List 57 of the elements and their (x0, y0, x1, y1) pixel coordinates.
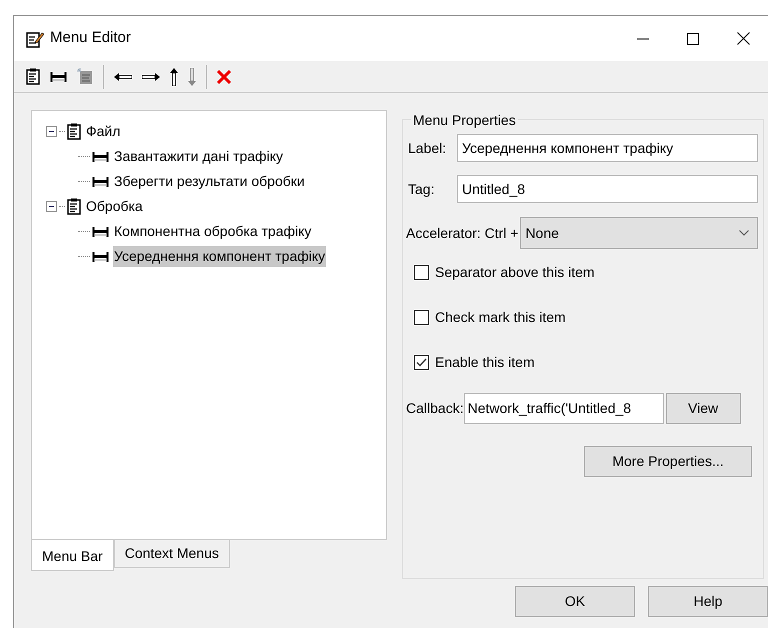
tag-caption: Tag: (408, 180, 436, 199)
label-caption: Label: (408, 138, 448, 158)
page-icon (77, 68, 93, 85)
accelerator-dropdown[interactable]: None (520, 217, 758, 249)
checkbox-label: Enable this item (435, 352, 535, 372)
window-title: Menu Editor (50, 28, 131, 48)
menu-item-icon (92, 226, 109, 238)
checkbox[interactable] (414, 264, 429, 280)
tab[interactable]: Context Menus (114, 540, 230, 568)
menu-page-icon (67, 198, 81, 215)
menu-item-icon (92, 176, 109, 188)
check-icon (416, 358, 427, 366)
menu-item-icon (92, 250, 109, 262)
move-left-button[interactable] (114, 72, 132, 80)
tree-item[interactable]: Обробка (85, 196, 144, 217)
checkbox-label: Separator above this item (435, 262, 595, 282)
tag-field[interactable]: Untitled_8 (457, 175, 758, 203)
checkbox[interactable] (414, 354, 429, 370)
left-arrow-icon (114, 72, 132, 80)
collapse-toggle[interactable] (46, 201, 57, 212)
delete-button[interactable] (217, 70, 231, 84)
more-properties-button[interactable]: More Properties... (584, 446, 752, 477)
down-arrow-icon (188, 68, 196, 86)
up-arrow-icon (170, 68, 178, 86)
menu-page-icon (26, 68, 40, 85)
callback-field[interactable]: Network_traffic('Untitled_8 (464, 393, 664, 424)
minimize-icon (637, 38, 649, 40)
tree-item[interactable]: Усереднення компонент трафіку (113, 246, 326, 267)
tree-item[interactable]: Файл (85, 121, 122, 142)
view-button[interactable]: View (666, 393, 741, 424)
tree-item[interactable]: Завантажити дані трафіку (113, 146, 284, 167)
close-icon (736, 32, 750, 45)
chevron-down-icon (739, 230, 749, 236)
menu-page-icon (67, 123, 81, 140)
right-arrow-icon (142, 72, 160, 80)
accelerator-caption: Accelerator: Ctrl + (406, 224, 518, 242)
checkbox[interactable] (414, 310, 429, 324)
checkbox-label: Check mark this item (435, 308, 566, 326)
callback-caption: Callback: (406, 399, 464, 418)
menu-item-icon (50, 70, 67, 82)
new-context-menu-button[interactable] (77, 68, 93, 85)
label-field[interactable]: Усереднення компонент трафіку (457, 134, 758, 162)
move-up-button[interactable] (170, 68, 178, 86)
new-menu-button[interactable] (26, 68, 40, 85)
collapse-toggle[interactable] (46, 126, 57, 137)
editor-icon (26, 30, 44, 48)
tab[interactable]: Menu Bar (31, 540, 114, 571)
dialog-button[interactable]: Help (648, 586, 768, 617)
maximize-icon (687, 32, 699, 44)
tree-item[interactable]: Зберегти результати обробки (113, 171, 306, 192)
tree-item[interactable]: Компонентна обробка трафіку (113, 221, 312, 242)
move-down-button[interactable] (188, 68, 196, 86)
menu-item-icon (92, 150, 109, 162)
new-item-button[interactable] (50, 70, 67, 82)
delete-icon (217, 70, 231, 84)
move-right-button[interactable] (142, 72, 160, 80)
dialog-button[interactable]: OK (515, 586, 635, 617)
